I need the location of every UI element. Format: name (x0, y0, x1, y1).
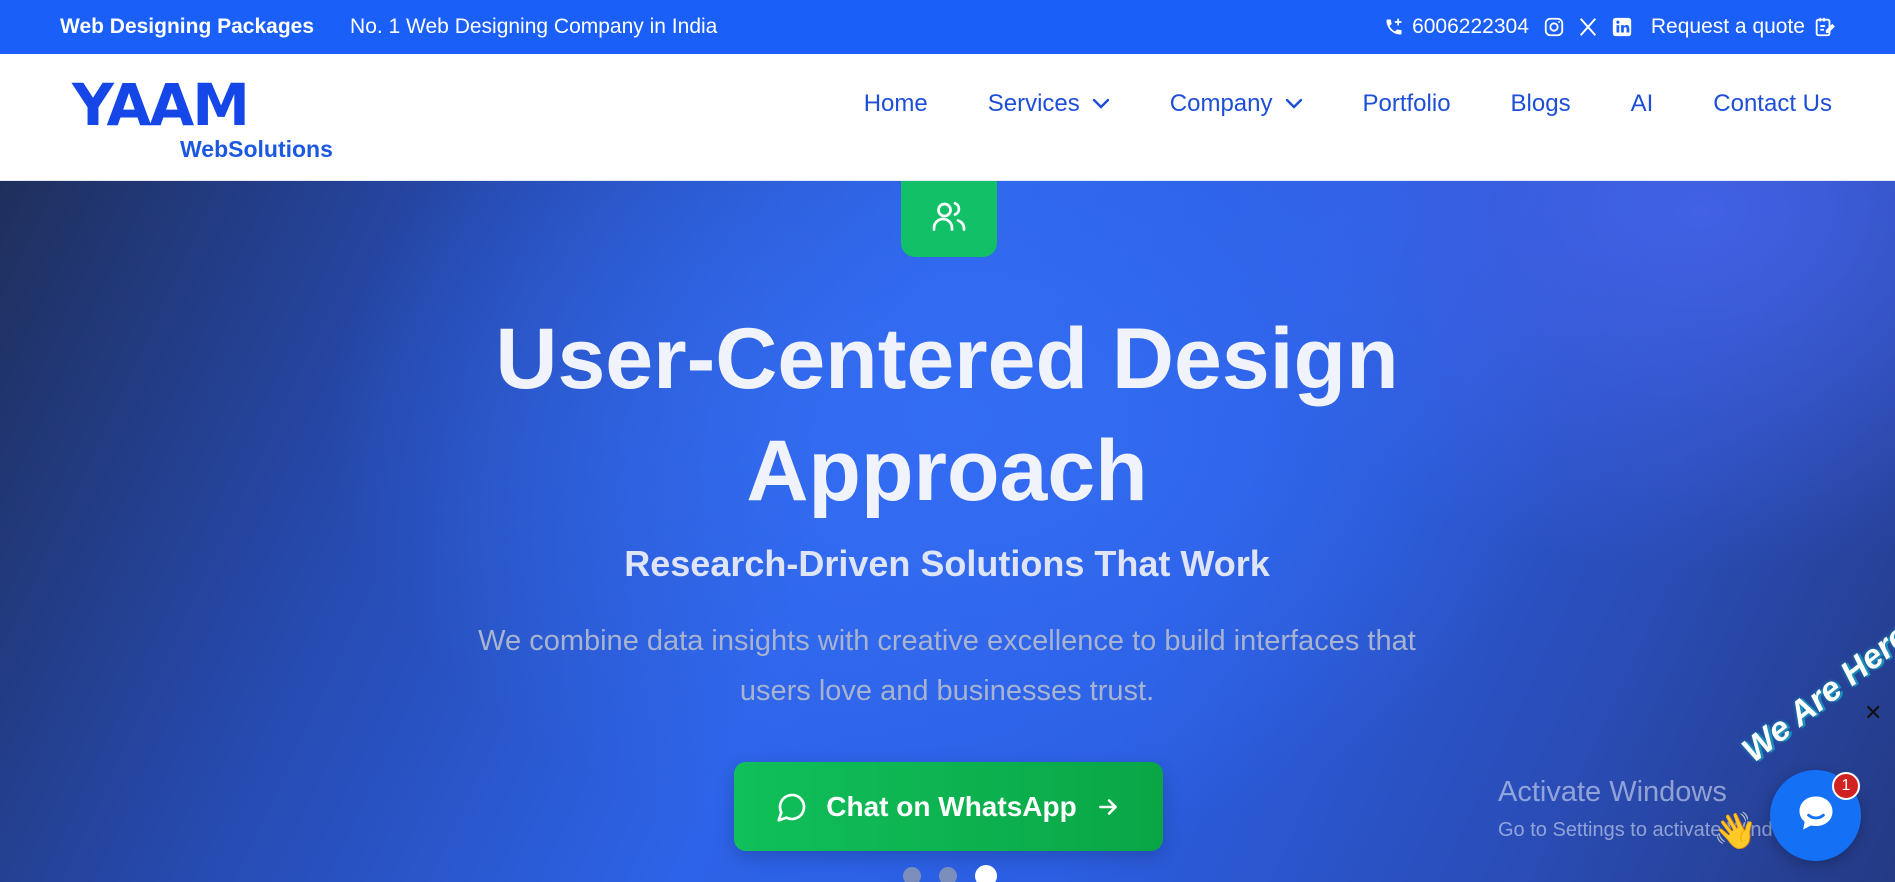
primary-nav: Home Services Company Portfolio Blogs AI… (804, 90, 1832, 118)
arrow-right-icon (1095, 794, 1121, 820)
waving-hand-icon: 👋 (1713, 810, 1758, 851)
hero-slider: User-Centered Design Approach Research-D… (0, 181, 1895, 882)
logo-subtitle: WebSolutions (180, 136, 333, 162)
instagram-icon[interactable] (1543, 16, 1565, 38)
company-tagline: No. 1 Web Designing Company in India (350, 15, 718, 38)
nav-item-label: Blogs (1510, 90, 1571, 117)
nav-item-label: Portfolio (1362, 90, 1451, 117)
nav-item-label: Home (863, 90, 928, 117)
main-navbar: YAAM WebSolutions Home Services Company … (0, 54, 1895, 181)
users-icon (931, 198, 967, 239)
edit-note-icon[interactable] (1813, 16, 1835, 38)
hero-title-line-1: User-Centered Design (495, 311, 1399, 407)
nav-item-services[interactable]: Services (988, 90, 1110, 118)
watermark-line-1: Activate Windows (1498, 776, 1727, 808)
top-bar: Web Designing Packages No. 1 Web Designi… (0, 0, 1895, 54)
nav-item-contact-us[interactable]: Contact Us (1713, 90, 1832, 118)
slider-dots (903, 865, 1015, 882)
chat-on-whatsapp-button[interactable]: Chat on WhatsApp (734, 762, 1163, 851)
nav-item-home[interactable]: Home (864, 90, 928, 118)
chevron-down-icon[interactable] (1285, 98, 1303, 110)
hero-badge (901, 181, 997, 257)
slider-dot-1[interactable] (903, 867, 921, 882)
chat-notification-badge: 1 (1832, 772, 1860, 800)
nav-item-label: Services (987, 90, 1080, 117)
nav-item-blogs[interactable]: Blogs (1511, 90, 1571, 118)
nav-item-company[interactable]: Company (1170, 90, 1303, 118)
message-circle-icon (776, 791, 808, 823)
hero-description: We combine data insights with creative e… (478, 625, 1416, 707)
x-icon[interactable] (1577, 16, 1599, 38)
web-designing-packages-link[interactable]: Web Designing Packages (60, 15, 314, 39)
phone-number[interactable]: 6006222304 (1412, 15, 1529, 39)
nav-item-ai[interactable]: AI (1631, 90, 1654, 118)
chat-close-icon[interactable]: ✕ (1864, 700, 1882, 726)
nav-item-label: Company (1169, 90, 1273, 117)
nav-item-portfolio[interactable]: Portfolio (1363, 90, 1451, 118)
nav-item-label: AI (1630, 90, 1654, 117)
chat-bubble-icon (1794, 791, 1838, 840)
phone-icon (1384, 17, 1404, 37)
site-logo[interactable]: YAAM WebSolutions (72, 71, 333, 162)
linkedin-icon[interactable] (1611, 16, 1633, 38)
windows-activation-watermark: Activate Windows Go to Settings to activ… (1498, 775, 1814, 847)
top-bar-actions: 6006222304 Request a quote (1384, 15, 1835, 39)
hero-subtitle: Research-Driven Solutions That Work (624, 543, 1270, 584)
hero-title: User-Centered Design Approach (347, 303, 1547, 527)
watermark-line-2: Go to Settings to activate Windows. (1498, 819, 1814, 841)
slider-dot-3-active[interactable] (975, 865, 997, 882)
hero-title-line-2: Approach (746, 423, 1148, 519)
logo-mark: YAAM (72, 71, 250, 139)
nav-item-label: Contact Us (1713, 90, 1832, 117)
slider-dot-2[interactable] (939, 867, 957, 882)
request-quote-link[interactable]: Request a quote (1651, 15, 1805, 39)
chevron-down-icon[interactable] (1092, 98, 1110, 110)
cta-label: Chat on WhatsApp (826, 790, 1077, 822)
